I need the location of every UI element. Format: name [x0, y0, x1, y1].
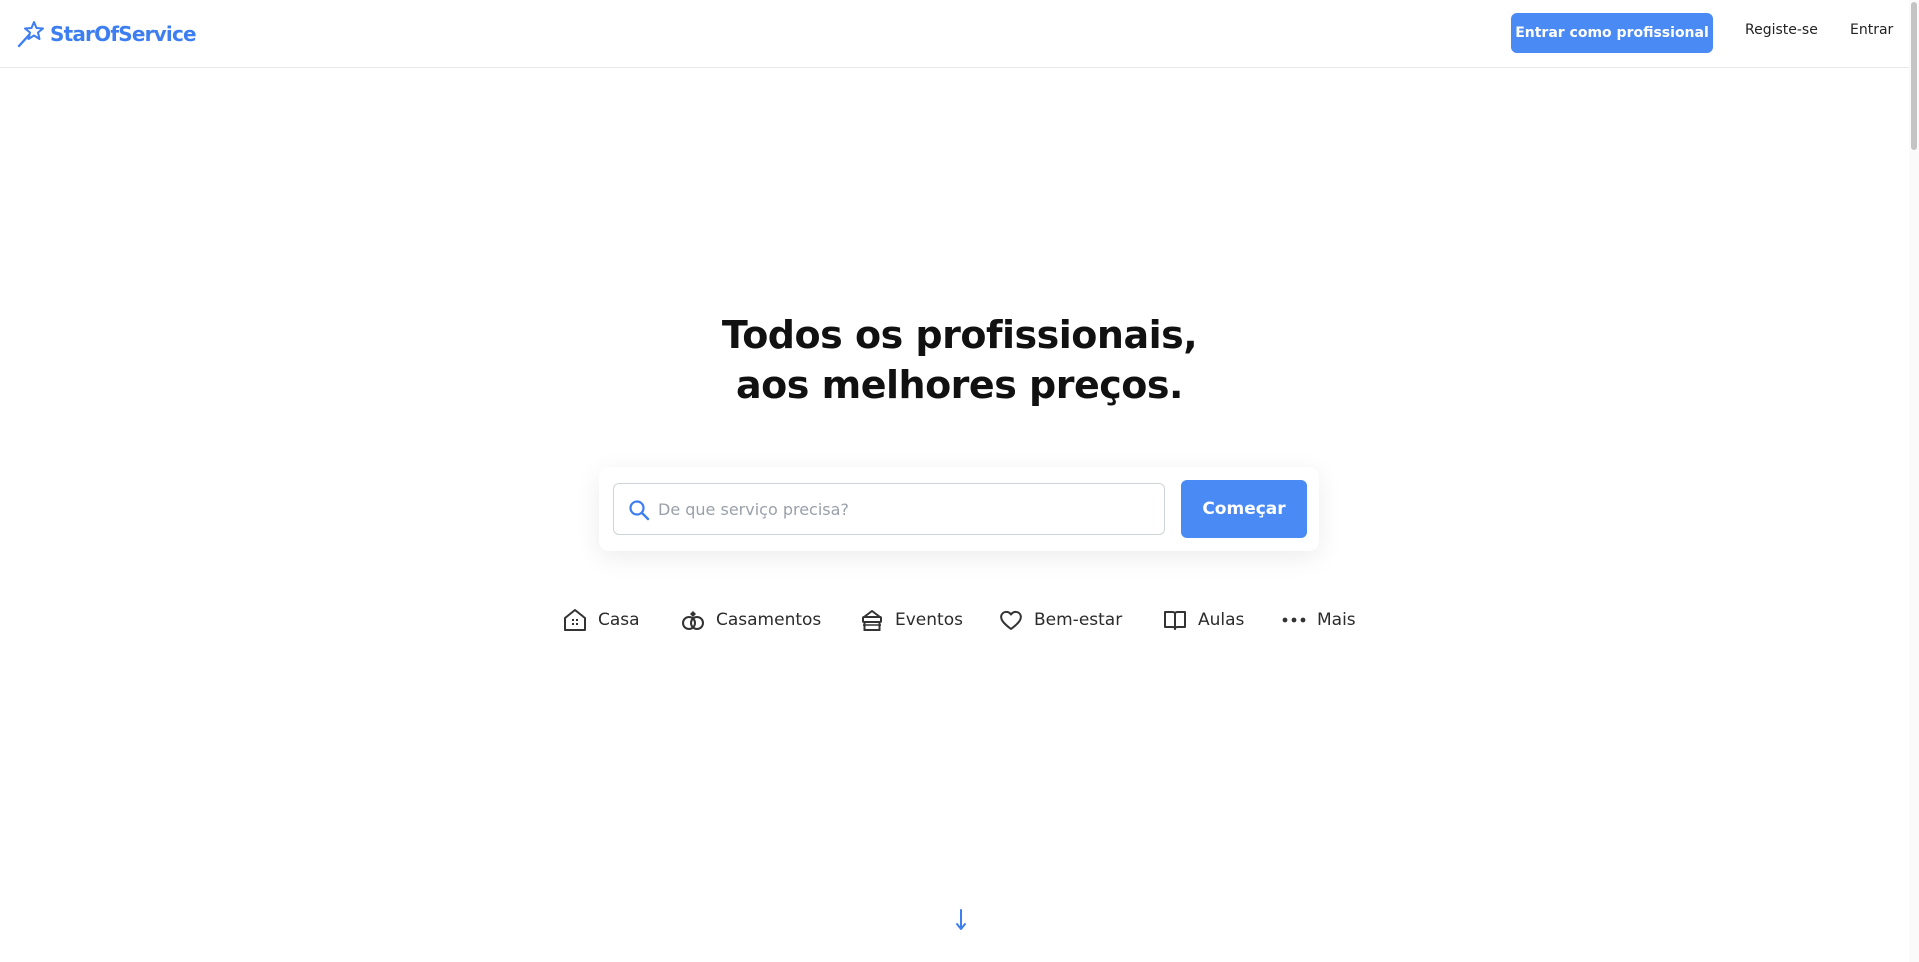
category-label: Aulas [1198, 610, 1245, 630]
hero-title-line-1: Todos os profissionais, [721, 313, 1198, 357]
category-list: Casa Casamentos Eventos Bem-estar Aulas [0, 606, 1919, 634]
top-header: StarOfService Entrar como profissional R… [0, 0, 1919, 68]
search-card: Começar [599, 467, 1319, 551]
hero-title: Todos os profissionais, aos melhores pre… [0, 310, 1919, 410]
search-icon [629, 500, 650, 521]
hero-title-line-2: aos melhores preços. [736, 363, 1183, 407]
search-input[interactable] [658, 484, 1158, 534]
page-scrollbar[interactable] [1909, 0, 1919, 962]
rings-icon [682, 611, 704, 630]
heart-icon [1000, 610, 1022, 630]
category-label: Eventos [895, 610, 963, 630]
category-casa[interactable]: Casa [562, 606, 640, 634]
star-wand-icon [17, 21, 44, 48]
scrollbar-thumb[interactable] [1911, 2, 1917, 150]
category-label: Casa [598, 610, 640, 630]
more-dots-icon [1282, 617, 1306, 623]
book-icon [1164, 611, 1186, 630]
category-eventos[interactable]: Eventos [859, 606, 963, 634]
category-label: Mais [1317, 610, 1356, 630]
house-icon [564, 609, 586, 631]
register-link[interactable]: Registe-se [1745, 22, 1818, 38]
login-as-professional-button[interactable]: Entrar como profissional [1511, 13, 1713, 53]
login-link[interactable]: Entrar [1850, 22, 1893, 38]
brand-name: StarOfService [50, 22, 197, 46]
category-casamentos[interactable]: Casamentos [680, 606, 821, 634]
arrow-down-icon[interactable] [951, 908, 971, 932]
gift-icon [862, 610, 882, 631]
search-field[interactable] [613, 483, 1165, 535]
category-label: Casamentos [716, 610, 822, 630]
start-button[interactable]: Começar [1181, 480, 1307, 538]
category-label: Bem-estar [1034, 610, 1123, 630]
category-mais[interactable]: Mais [1281, 606, 1356, 634]
category-aulas[interactable]: Aulas [1162, 606, 1244, 634]
category-bem-estar[interactable]: Bem-estar [998, 606, 1122, 634]
brand-logo[interactable]: StarOfService [16, 18, 197, 50]
